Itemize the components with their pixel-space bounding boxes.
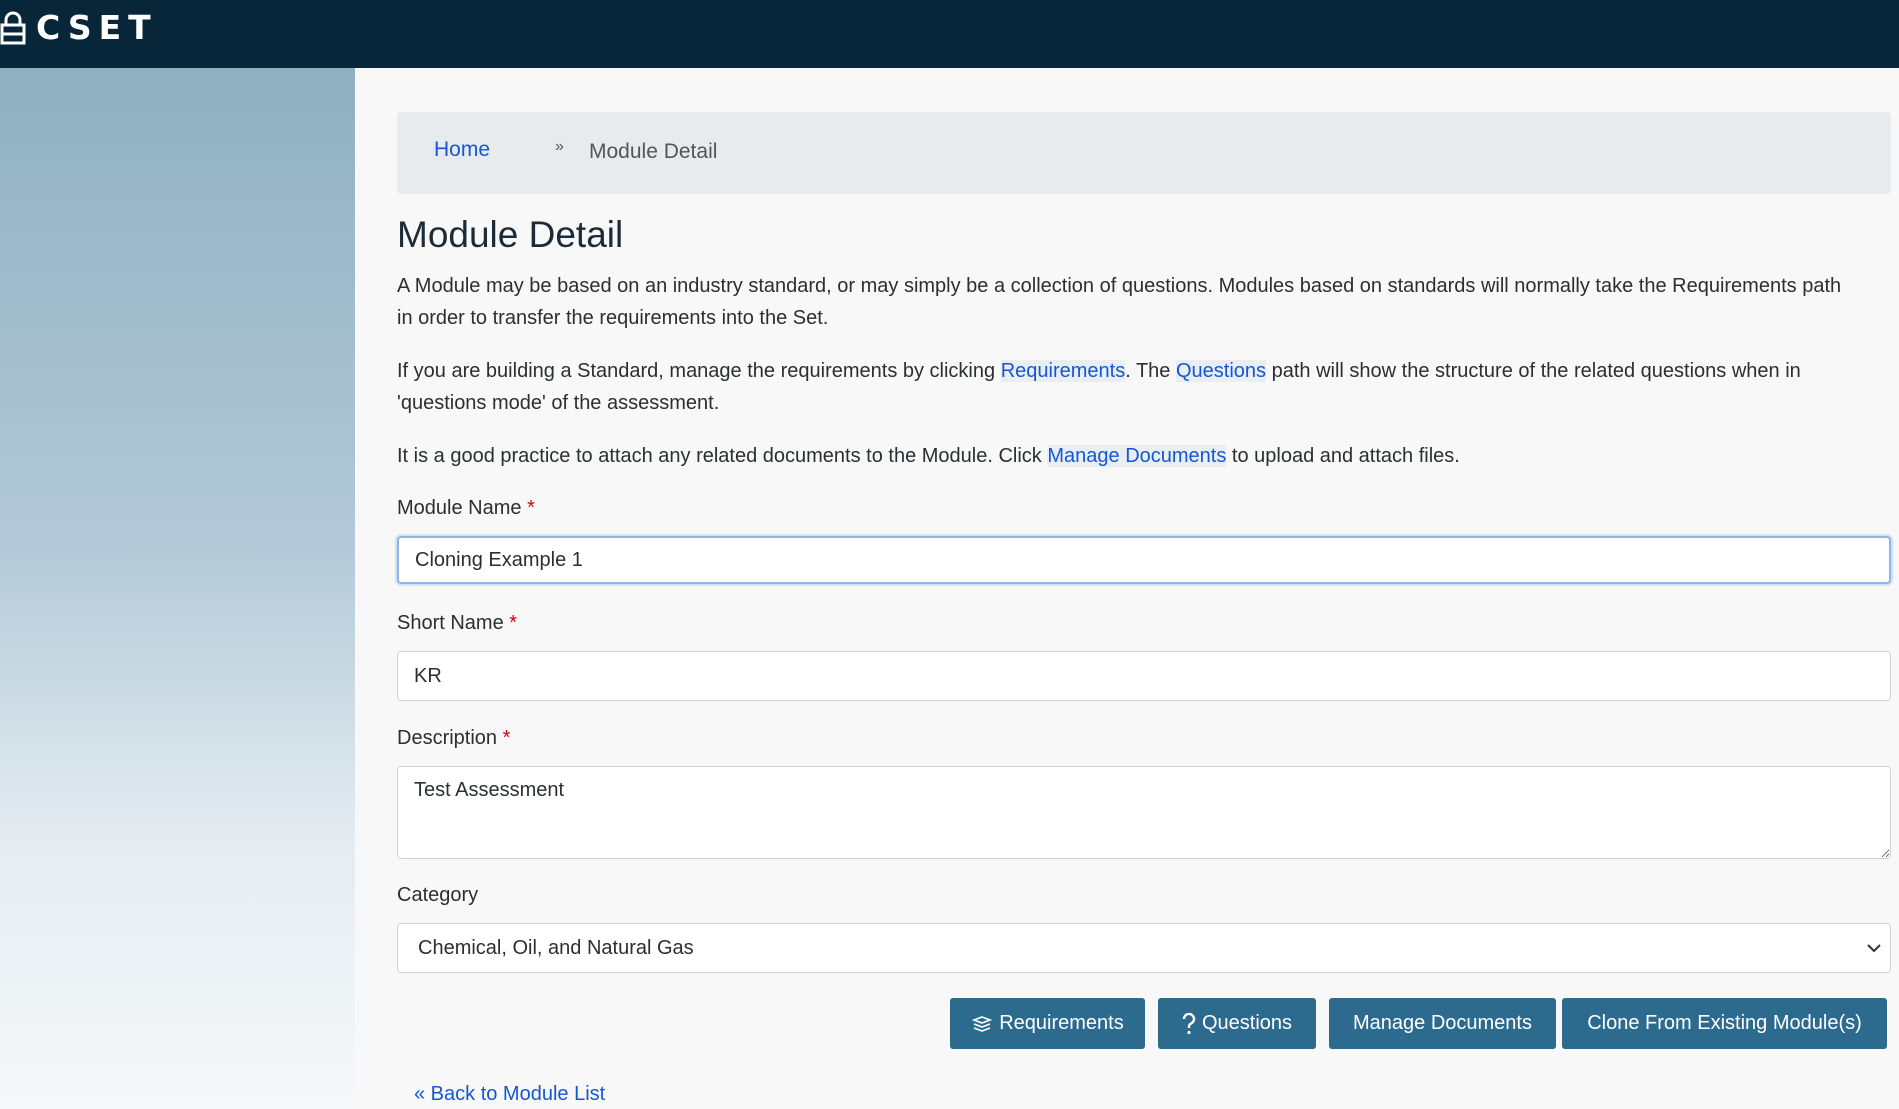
- requirements-button-label: Requirements: [999, 1012, 1124, 1034]
- required-marker: *: [509, 612, 518, 634]
- module-name-label: Module Name *: [397, 497, 535, 520]
- requirements-button[interactable]: Requirements: [950, 998, 1145, 1049]
- page-title: Module Detail: [397, 214, 624, 255]
- question-mark-icon: [1182, 1012, 1196, 1035]
- clone-button-label: Clone From Existing Module(s): [1587, 1012, 1862, 1034]
- questions-button-label: Questions: [1201, 1012, 1293, 1034]
- module-name-label-text: Module Name: [397, 497, 522, 519]
- short-name-input[interactable]: [397, 651, 1891, 701]
- breadcrumb: Home » Module Detail: [397, 112, 1891, 194]
- stack-icon: [971, 1014, 993, 1034]
- category-selected-value: Chemical, Oil, and Natural Gas: [418, 937, 694, 959]
- main-content: Home » Module Detail Module Detail A Mod…: [355, 68, 1899, 1109]
- short-name-label: Short Name *: [397, 612, 517, 635]
- manage-documents-button[interactable]: Manage Documents: [1329, 998, 1556, 1049]
- required-marker: *: [502, 727, 511, 749]
- documents-paragraph: It is a good practice to attach any rela…: [397, 440, 1857, 472]
- p2-text-before: If you are building a Standard, manage t…: [397, 360, 1001, 382]
- logo-text: CSET: [36, 8, 158, 47]
- required-marker: *: [527, 497, 535, 519]
- requirements-paragraph: If you are building a Standard, manage t…: [397, 355, 1857, 419]
- back-to-module-list-link[interactable]: « Back to Module List: [414, 1083, 605, 1106]
- description-label: Description *: [397, 727, 510, 750]
- p3-text-before: It is a good practice to attach any rela…: [397, 445, 1048, 467]
- description-label-text: Description: [397, 727, 498, 749]
- chevron-down-icon: [1867, 944, 1881, 953]
- lock-icon: [0, 11, 26, 45]
- category-label: Category: [397, 884, 479, 906]
- intro-paragraph: A Module may be based on an industry sta…: [397, 275, 1842, 329]
- category-select[interactable]: Chemical, Oil, and Natural Gas: [397, 923, 1891, 973]
- questions-link[interactable]: Questions: [1175, 360, 1267, 382]
- description-textarea[interactable]: Test Assessment: [397, 766, 1891, 859]
- sidebar: [0, 68, 355, 1109]
- module-name-input[interactable]: [397, 536, 1891, 584]
- manage-documents-link[interactable]: Manage Documents: [1047, 445, 1227, 467]
- breadcrumb-current: Module Detail: [589, 140, 718, 163]
- breadcrumb-separator: »: [555, 138, 564, 155]
- manage-documents-button-label: Manage Documents: [1353, 1012, 1532, 1034]
- breadcrumb-home-link[interactable]: Home: [434, 138, 490, 162]
- requirements-link[interactable]: Requirements: [1000, 360, 1126, 382]
- p3-text-after: to upload and attach files.: [1226, 445, 1460, 467]
- questions-button[interactable]: Questions: [1158, 998, 1316, 1049]
- p2-text-middle: . The: [1125, 360, 1176, 382]
- clone-from-existing-modules-button[interactable]: Clone From Existing Module(s): [1562, 998, 1887, 1049]
- short-name-label-text: Short Name: [397, 612, 504, 634]
- top-navbar: CSET: [0, 0, 1899, 68]
- cset-logo[interactable]: CSET: [0, 8, 158, 48]
